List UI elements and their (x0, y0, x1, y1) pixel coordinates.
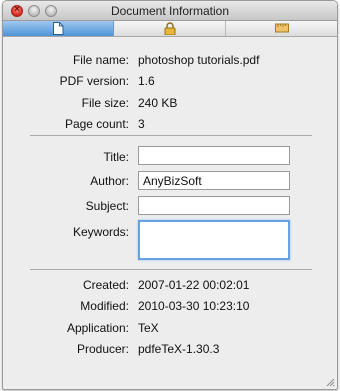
lock-icon (164, 22, 175, 35)
subject-field[interactable] (138, 196, 290, 215)
keywords-label: Keywords: (72, 225, 129, 239)
divider (30, 269, 312, 270)
created-label: Created: (82, 278, 129, 292)
created-value: 2007-01-22 00:02:01 (138, 278, 250, 292)
title-label: Title: (103, 150, 129, 164)
modified-label: Modified: (80, 299, 129, 313)
divider (30, 135, 312, 136)
tab-fonts[interactable] (226, 21, 337, 36)
ruler-icon (274, 23, 289, 33)
title-field[interactable] (138, 146, 290, 165)
file-size-label: File size: (81, 96, 129, 110)
window-title: Document Information (110, 4, 230, 18)
subject-label: Subject: (85, 199, 129, 213)
author-field[interactable] (138, 171, 290, 190)
document-icon (53, 22, 64, 35)
pdf-version-value: 1.6 (138, 74, 155, 88)
page-count-label: Page count: (64, 117, 129, 131)
keywords-field[interactable] (138, 220, 290, 260)
pdf-version-label: PDF version: (59, 74, 129, 88)
modified-value: 2010-03-30 10:23:10 (138, 299, 250, 313)
tab-security[interactable] (114, 21, 226, 36)
document-information-window: × Document Information File name: photos… (2, 0, 338, 390)
tab-general[interactable] (3, 21, 114, 36)
producer-label: Producer: (76, 342, 129, 356)
title-bar[interactable]: × Document Information (3, 1, 337, 21)
file-name-value: photoshop tutorials.pdf (138, 53, 260, 67)
file-size-value: 240 KB (138, 96, 178, 110)
author-label: Author: (90, 174, 129, 188)
tab-bar (3, 21, 337, 37)
page-count-value: 3 (138, 117, 145, 131)
file-name-label: File name: (72, 53, 129, 67)
producer-value: pdfeTeX-1.30.3 (138, 342, 220, 356)
application-label: Application: (66, 321, 129, 335)
resize-grip-icon[interactable] (324, 376, 335, 387)
application-value: TeX (138, 321, 159, 335)
